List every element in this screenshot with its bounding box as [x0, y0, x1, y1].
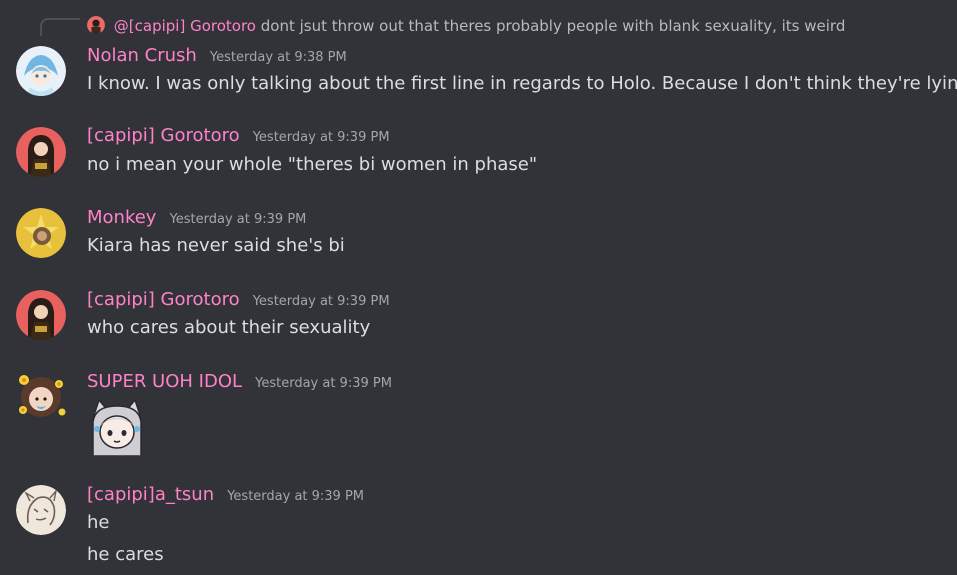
message-text: he: [87, 512, 110, 533]
message-header: Nolan Crush Yesterday at 9:38 PM: [87, 45, 347, 66]
message: [capipi]a_tsun Yesterday at 9:39 PM he h…: [0, 477, 957, 575]
author-name[interactable]: Monkey: [87, 207, 156, 228]
timestamp[interactable]: Yesterday at 9:39 PM: [255, 376, 392, 391]
avatar[interactable]: [16, 127, 66, 177]
message-header: [capipi] Gorotoro Yesterday at 9:39 PM: [87, 289, 390, 310]
author-name[interactable]: [capipi] Gorotoro: [87, 125, 240, 146]
avatar[interactable]: [16, 485, 66, 535]
message-text: Kiara has never said she's bi: [87, 235, 345, 256]
message-text: who cares about their sexuality: [87, 317, 371, 338]
message-text: no i mean your whole "theres bi women in…: [87, 154, 538, 175]
author-name[interactable]: [capipi]a_tsun: [87, 484, 214, 505]
avatar[interactable]: [16, 370, 66, 420]
message: [capipi] Gorotoro Yesterday at 9:39 PM n…: [0, 118, 957, 198]
reply-author[interactable]: @[capipi] Gorotoro: [114, 17, 256, 35]
chat-messages: @[capipi] Gorotoro dont jsut throw out t…: [0, 0, 957, 575]
message-text: he cares: [87, 544, 164, 565]
author-name[interactable]: Nolan Crush: [87, 45, 197, 66]
timestamp[interactable]: Yesterday at 9:39 PM: [170, 212, 307, 227]
message: Monkey Yesterday at 9:39 PM Kiara has ne…: [0, 199, 957, 279]
reply-preview[interactable]: @[capipi] Gorotoro dont jsut throw out t…: [87, 16, 845, 35]
avatar[interactable]: [16, 208, 66, 258]
timestamp[interactable]: Yesterday at 9:39 PM: [253, 294, 390, 309]
message-header: Monkey Yesterday at 9:39 PM: [87, 207, 306, 228]
sticker-image[interactable]: [87, 396, 147, 456]
author-name[interactable]: SUPER UOH IDOL: [87, 371, 242, 392]
message-text: I know. I was only talking about the fir…: [87, 73, 957, 94]
timestamp[interactable]: Yesterday at 9:39 PM: [227, 489, 364, 504]
timestamp[interactable]: Yesterday at 9:39 PM: [253, 130, 390, 145]
message: SUPER UOH IDOL Yesterday at 9:39 PM: [0, 363, 957, 473]
author-name[interactable]: [capipi] Gorotoro: [87, 289, 240, 310]
message-header: SUPER UOH IDOL Yesterday at 9:39 PM: [87, 371, 392, 392]
message: @[capipi] Gorotoro dont jsut throw out t…: [0, 0, 957, 110]
reply-text[interactable]: dont jsut throw out that theres probably…: [261, 17, 846, 35]
reply-avatar: [87, 16, 105, 34]
timestamp[interactable]: Yesterday at 9:38 PM: [210, 50, 347, 65]
message: [capipi] Gorotoro Yesterday at 9:39 PM w…: [0, 281, 957, 361]
avatar[interactable]: [16, 290, 66, 340]
message-header: [capipi]a_tsun Yesterday at 9:39 PM: [87, 484, 364, 505]
avatar[interactable]: [16, 46, 66, 96]
message-header: [capipi] Gorotoro Yesterday at 9:39 PM: [87, 125, 390, 146]
reply-spine: [40, 18, 80, 36]
